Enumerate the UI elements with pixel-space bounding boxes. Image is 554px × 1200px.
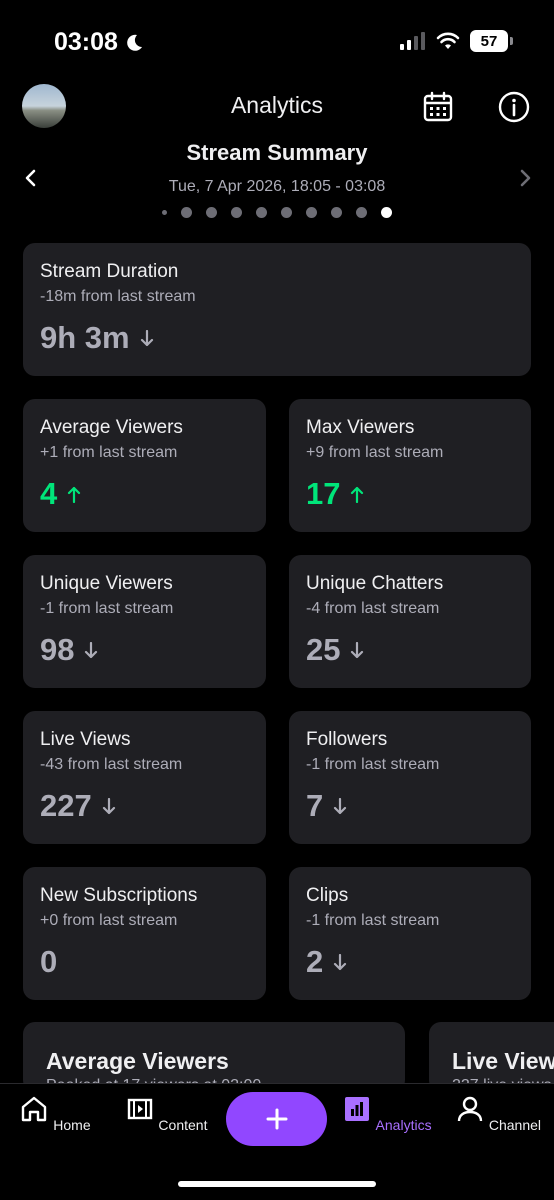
stat-value-group: 227	[40, 788, 116, 824]
stat-value: 7	[306, 788, 324, 823]
stat-comparison: +9 from last stream	[306, 444, 444, 461]
stat-comparison: +1 from last stream	[40, 444, 178, 461]
page-title: Analytics	[230, 92, 324, 118]
user-icon	[457, 1096, 483, 1122]
chart-card-title: Average Viewers	[46, 1048, 229, 1074]
stat-value: 25	[306, 632, 341, 667]
stat-value-group: 25	[306, 632, 364, 668]
stat-value-group: 98	[40, 632, 98, 668]
status-indicators: 57	[400, 30, 513, 52]
page-dot[interactable]	[256, 207, 267, 218]
stat-label: Live Views	[40, 729, 131, 750]
stat-comparison: -1 from last stream	[40, 600, 174, 617]
stat-label: Unique Chatters	[306, 573, 444, 594]
stat-value: 98	[40, 632, 75, 667]
stat-comparison: -18m from last stream	[40, 288, 196, 305]
stat-comparison: -1 from last stream	[306, 756, 440, 773]
stat-card-average-viewers[interactable]: Average Viewers +1 from last stream 4	[23, 399, 266, 532]
page-dot[interactable]	[231, 207, 242, 218]
stat-comparison: -4 from last stream	[306, 600, 440, 617]
analytics-icon	[345, 1097, 370, 1121]
wifi-icon	[436, 32, 460, 49]
page-dot[interactable]	[356, 207, 367, 218]
stat-label: Clips	[306, 885, 349, 906]
stat-value-group: 0	[40, 944, 57, 980]
battery-indicator: 57	[470, 30, 513, 52]
plus-icon	[266, 1108, 287, 1130]
tab-label: Content	[158, 1117, 208, 1133]
status-time-group: 03:08	[54, 28, 144, 57]
tab-home[interactable]: Home	[5, 1094, 105, 1133]
stat-value-group: 9h 3m	[40, 320, 154, 356]
battery-level: 57	[480, 32, 498, 50]
stat-label: New Subscriptions	[40, 885, 198, 906]
tab-content[interactable]: Content	[116, 1094, 216, 1133]
stat-comparison: +0 from last stream	[40, 912, 178, 929]
chevron-right-icon[interactable]	[514, 166, 536, 190]
page-dot[interactable]	[331, 207, 342, 218]
create-button[interactable]	[226, 1092, 327, 1146]
stat-value-group: 4	[40, 476, 81, 512]
stat-label: Stream Duration	[40, 261, 179, 282]
info-icon[interactable]	[497, 90, 531, 124]
chart-card-average-viewers[interactable]: Average Viewers Peaked at 17 viewers at …	[23, 1022, 405, 1092]
tab-label: Analytics	[375, 1117, 432, 1133]
page-dot[interactable]	[281, 207, 292, 218]
stat-card-unique-chatters[interactable]: Unique Chatters -4 from last stream 25	[289, 555, 531, 688]
stat-label: Followers	[306, 729, 388, 750]
arrow-down-icon	[334, 797, 347, 814]
stat-label: Unique Viewers	[40, 573, 173, 594]
summary-title: Stream Summary	[186, 140, 368, 165]
arrow-down-icon	[140, 329, 153, 346]
stat-value-group: 2	[306, 944, 347, 980]
page-indicator	[0, 207, 554, 218]
stat-card-new-subscriptions[interactable]: New Subscriptions +0 from last stream 0	[23, 867, 266, 1000]
page-dot[interactable]	[181, 207, 192, 218]
tab-label: Channel	[488, 1117, 542, 1133]
page-dot[interactable]	[206, 207, 217, 218]
stat-value: 9h 3m	[40, 320, 130, 355]
chart-card-title: Live Views	[452, 1048, 554, 1074]
stat-card-live-views[interactable]: Live Views -43 from last stream 227	[23, 711, 266, 844]
status-time: 03:08	[54, 28, 118, 56]
status-bar: 03:08 57	[0, 0, 554, 84]
arrow-down-icon	[351, 641, 364, 658]
home-indicator	[178, 1181, 376, 1187]
tab-analytics[interactable]: Analytics	[337, 1094, 437, 1133]
stat-card-stream-duration[interactable]: Stream Duration -18m from last stream 9h…	[23, 243, 531, 376]
stat-comparison: -1 from last stream	[306, 912, 440, 929]
chart-card-live-views[interactable]: Live Views 227 live views	[429, 1022, 554, 1092]
arrow-down-icon	[102, 797, 115, 814]
stat-value: 2	[306, 944, 324, 979]
stat-value: 4	[40, 476, 58, 511]
calendar-icon[interactable]	[421, 90, 455, 124]
stat-value: 0	[40, 944, 58, 979]
page-dot[interactable]	[381, 207, 392, 218]
arrow-down-icon	[334, 953, 347, 970]
moon-icon	[127, 34, 142, 51]
content-icon	[127, 1098, 152, 1120]
summary-date-range: Tue, 7 Apr 2026, 18:05 - 03:08	[168, 178, 386, 195]
signal-icon	[400, 32, 425, 50]
stat-card-max-viewers[interactable]: Max Viewers +9 from last stream 17	[289, 399, 531, 532]
stat-value: 17	[306, 476, 341, 511]
arrow-up-icon	[351, 486, 364, 503]
stat-card-followers[interactable]: Followers -1 from last stream 7	[289, 711, 531, 844]
home-icon	[22, 1096, 47, 1122]
stat-value: 227	[40, 788, 92, 823]
tab-label: Home	[53, 1117, 91, 1133]
stat-card-clips[interactable]: Clips -1 from last stream 2	[289, 867, 531, 1000]
app-header: Analytics	[0, 82, 554, 132]
stat-comparison: -43 from last stream	[40, 756, 183, 773]
stat-value-group: 7	[306, 788, 347, 824]
stat-label: Max Viewers	[306, 417, 415, 438]
stat-value-group: 17	[306, 476, 364, 512]
arrow-down-icon	[85, 641, 98, 658]
arrow-up-icon	[68, 486, 81, 503]
page-dot[interactable]	[306, 207, 317, 218]
stat-card-unique-viewers[interactable]: Unique Viewers -1 from last stream 98	[23, 555, 266, 688]
stat-label: Average Viewers	[40, 417, 183, 438]
page-dot[interactable]	[162, 210, 167, 215]
tab-channel[interactable]: Channel	[448, 1094, 548, 1133]
